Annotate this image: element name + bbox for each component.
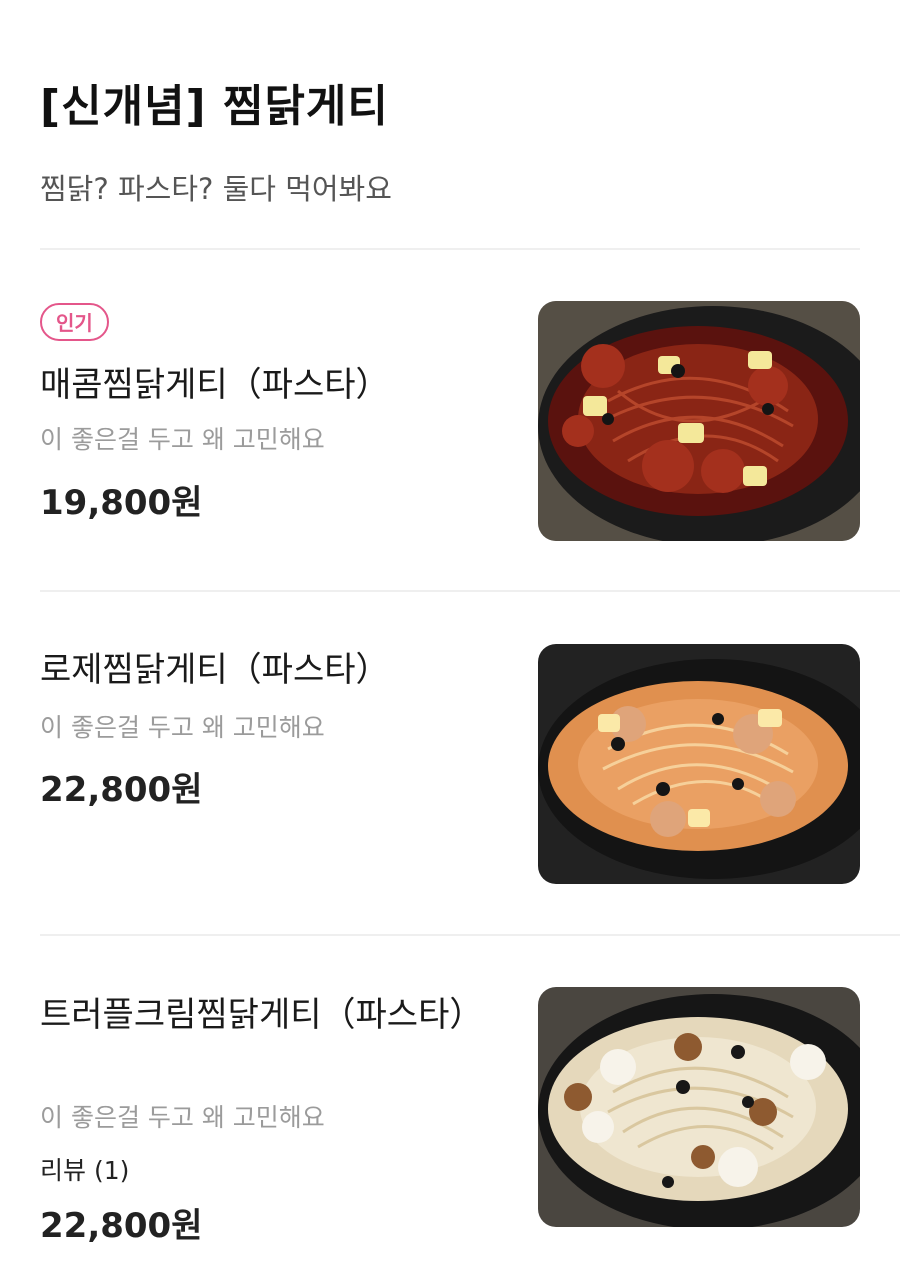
review-count[interactable]: 리뷰 (1) [40,1151,129,1187]
menu-item-description: 이 좋은걸 두고 왜 고민해요 [40,713,325,742]
menu-item-spicy[interactable]: 인기 매콤찜닭게티（파스타） 이 좋은걸 두고 왜 고민해요 19,800원 [0,301,900,643]
menu-item-price: 22,800원 [40,1206,203,1246]
item-divider [40,934,900,936]
menu-item-name: 로제찜닭게티（파스타） [40,650,390,690]
menu-item-description: 이 좋은걸 두고 왜 고민해요 [40,1103,325,1132]
food-image[interactable] [538,301,860,541]
menu-item-name: 트러플크림찜닭게티（파스타） [40,995,484,1035]
menu-item-description: 이 좋은걸 두고 왜 고민해요 [40,425,325,454]
menu-item-price: 19,800원 [40,483,203,523]
item-divider [40,590,900,592]
food-image[interactable] [538,987,860,1227]
menu-item-price: 22,800원 [40,770,203,810]
food-image[interactable] [538,644,860,884]
menu-item-rose[interactable]: 로제찜닭게티（파스타） 이 좋은걸 두고 왜 고민해요 22,800원 [0,644,900,988]
popular-badge: 인기 [40,303,109,341]
section-divider [40,248,860,250]
page-subtitle: 찜닭? 파스타? 둘다 먹어봐요 [40,172,392,206]
menu-item-truffle-cream[interactable]: 트러플크림찜닭게티（파스타） 이 좋은걸 두고 왜 고민해요 리뷰 (1) 22… [0,987,900,1286]
menu-item-name: 매콤찜닭게티（파스타） [40,365,390,405]
page-title: [신개념] 찜닭게티 [40,81,389,132]
